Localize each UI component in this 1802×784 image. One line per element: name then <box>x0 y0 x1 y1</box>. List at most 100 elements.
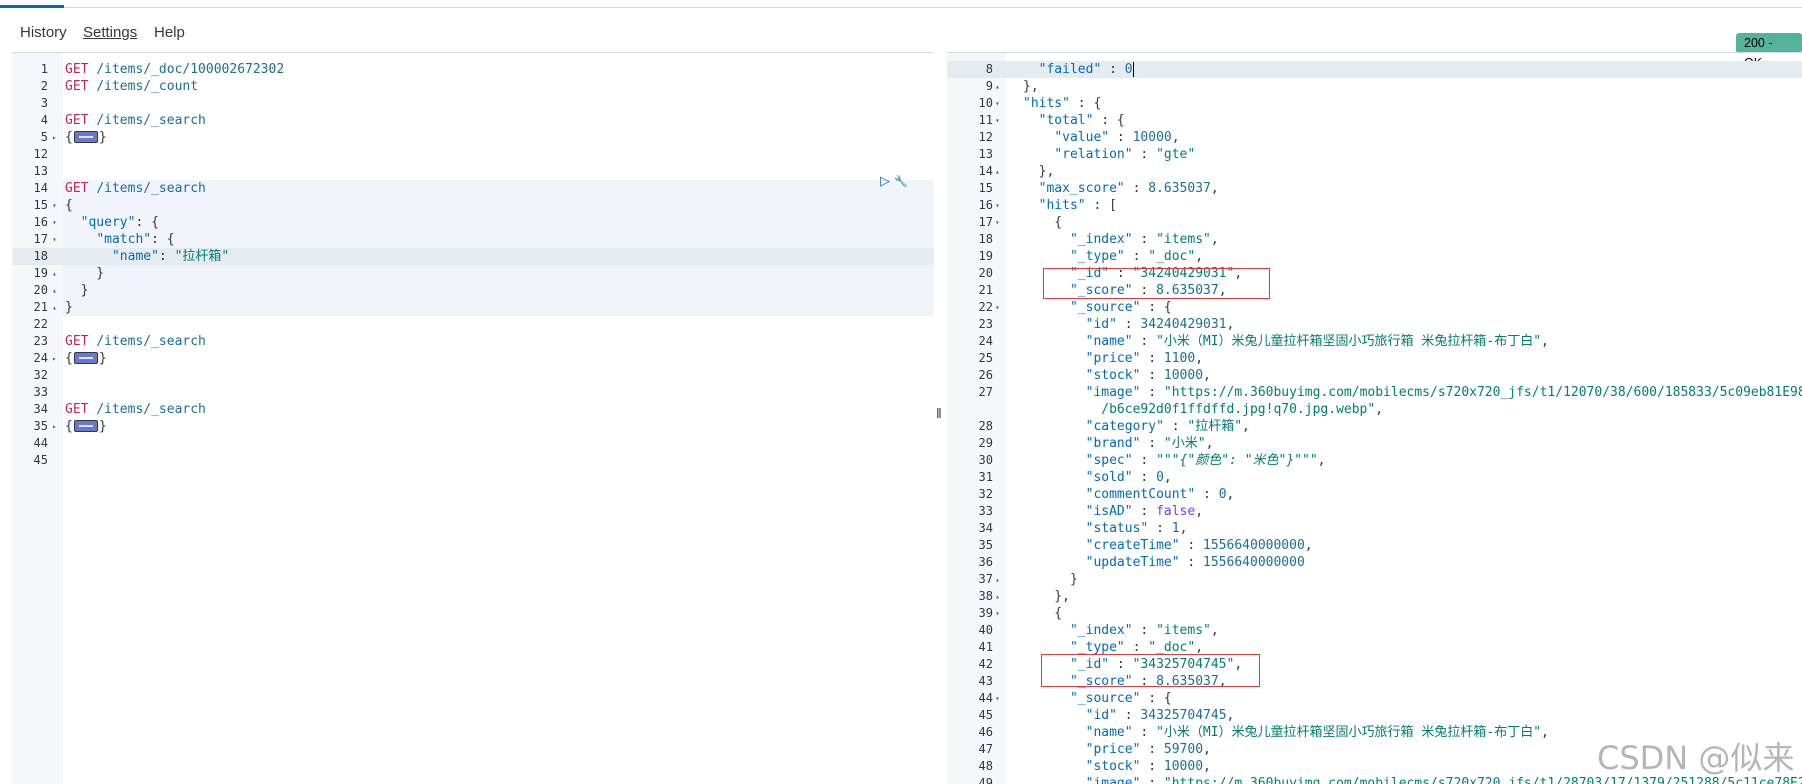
line-number: 40 <box>978 623 993 637</box>
code-text: } <box>65 299 73 316</box>
code-text: "name" : "小米（MI）米兔儿童拉杆箱坚固小巧旅行箱 米兔拉杆箱-布丁白… <box>1023 333 1549 350</box>
code-token: , <box>1171 130 1180 145</box>
code-token: } <box>65 266 105 281</box>
fold-expand-icon[interactable]: ▸ <box>52 418 57 435</box>
code-token: "_doc" <box>1148 640 1196 655</box>
code-token: /items/_count <box>96 79 199 94</box>
fold-end-icon[interactable]: ▴ <box>995 78 1000 95</box>
code-token: } <box>65 300 73 315</box>
code-line: 38 ▴ }, <box>947 588 1802 605</box>
fold-collapse-icon[interactable]: ▾ <box>52 231 57 248</box>
code-token: "query" <box>80 215 136 230</box>
line-number: 48 <box>978 759 993 773</box>
code-text: "updateTime" : 1556640000000 <box>1023 554 1305 571</box>
code-line: 14 GET /items/_search <box>12 180 934 197</box>
code-line: 18 "name": "拉杆箱" <box>12 248 934 265</box>
code-token: "match" <box>96 232 152 247</box>
fold-collapse-icon[interactable]: ▾ <box>995 112 1000 129</box>
fold-collapse-icon[interactable]: ▾ <box>52 214 57 231</box>
menu-settings[interactable]: Settings <box>83 24 137 41</box>
code-line: 17 ▾ "match": { <box>12 231 934 248</box>
code-token: 8.635037 <box>1148 181 1211 196</box>
fold-collapse-icon[interactable]: ▾ <box>995 95 1000 112</box>
fold-collapse-icon[interactable]: ▾ <box>995 690 1000 707</box>
fold-end-icon[interactable]: ▴ <box>995 588 1000 605</box>
folded-block-icon[interactable] <box>73 130 98 143</box>
folded-block-icon[interactable] <box>73 351 98 364</box>
line-number: 25 <box>978 351 993 365</box>
line-number: 46 <box>978 725 993 739</box>
line-number: 18 <box>33 249 48 263</box>
code-token: : <box>1132 504 1157 519</box>
code-text: "_source" : { <box>1023 299 1172 316</box>
fold-collapse-icon[interactable]: ▾ <box>995 197 1000 214</box>
request-editor[interactable]: 1 GET /items/_doc/100002672302 2 GET /items… <box>12 52 934 784</box>
fold-collapse-icon[interactable]: ▾ <box>995 605 1000 622</box>
code-token: "name" <box>111 249 159 264</box>
code-token: GET <box>65 334 89 349</box>
fold-end-icon[interactable]: ▴ <box>995 571 1000 588</box>
line-number: 45 <box>33 453 48 467</box>
fold-end-icon[interactable]: ▴ <box>995 163 1000 180</box>
line-number: 23 <box>978 317 993 331</box>
wrench-icon[interactable]: 🔧 <box>894 176 908 188</box>
code-token: { <box>65 419 73 434</box>
code-token: "value" <box>1054 130 1110 145</box>
menu-bar: History Settings Help 200 - OK <box>0 9 1802 70</box>
run-request-icon[interactable]: ▷ <box>880 173 890 188</box>
pane-resizer-handle[interactable]: ‖ <box>936 405 942 421</box>
code-text: }, <box>1023 588 1070 605</box>
folded-block-icon[interactable] <box>73 419 98 432</box>
line-number: 31 <box>978 470 993 484</box>
code-token: "max_score" <box>1038 181 1125 196</box>
code-text: GET /items/_search <box>65 112 206 129</box>
code-token: "relation" <box>1054 147 1133 162</box>
code-token: , <box>1541 725 1549 740</box>
fold-end-icon[interactable]: ▴ <box>52 299 57 316</box>
code-token: : { <box>151 232 175 247</box>
code-token: : <box>1140 759 1164 774</box>
code-line: 10 ▾ "hits" : { <box>947 95 1802 112</box>
code-token: : <box>1140 368 1164 383</box>
fold-collapse-icon[interactable]: ▾ <box>995 299 1000 316</box>
code-line: 24 ▸ {} <box>12 350 934 367</box>
code-line: 36 "updateTime" : 1556640000000 <box>947 554 1802 571</box>
code-text: {} <box>65 129 107 146</box>
fold-collapse-icon[interactable]: ▾ <box>995 214 1000 231</box>
code-line: 33 <box>12 384 934 401</box>
code-token: { <box>1023 215 1063 230</box>
code-line: 19 ▴ } <box>12 265 934 282</box>
menu-history[interactable]: History <box>20 24 67 41</box>
code-text: GET /items/_search <box>65 180 206 197</box>
fold-expand-icon[interactable]: ▸ <box>52 350 57 367</box>
code-text: { <box>1023 214 1062 231</box>
fold-expand-icon[interactable]: ▸ <box>52 129 57 146</box>
fold-collapse-icon[interactable]: ▾ <box>52 197 57 214</box>
code-token: , <box>1179 521 1188 536</box>
code-line: 29 "brand" : "小米", <box>947 435 1802 452</box>
fold-end-icon[interactable]: ▴ <box>52 282 57 299</box>
code-token: "_index" <box>1069 232 1133 247</box>
code-line: 17 ▾ { <box>947 214 1802 231</box>
code-line: 27 "image" : "https://m.360buyimg.com/mo… <box>947 384 1802 401</box>
code-token: "sold" <box>1085 470 1133 485</box>
code-token: , <box>1242 419 1250 434</box>
line-number: 16 <box>33 215 48 229</box>
code-line: 12 <box>12 146 934 163</box>
code-line: 13 <box>12 163 934 180</box>
line-number: 8 <box>985 62 993 76</box>
code-line: 22 ▾ "_source" : { <box>947 299 1802 316</box>
code-text: GET /items/_doc/100002672302 <box>65 61 284 78</box>
menu-help[interactable]: Help <box>154 24 185 41</box>
fold-end-icon[interactable]: ▴ <box>52 265 57 282</box>
code-token: : <box>1179 538 1204 553</box>
code-token: : <box>1124 249 1149 264</box>
code-token: "spec" <box>1085 453 1133 468</box>
code-text: "name" : "小米（MI）米兔儿童拉杆箱坚固小巧旅行箱 米兔拉杆箱-布丁白… <box>1023 724 1549 741</box>
active-tab-indicator <box>0 5 64 8</box>
